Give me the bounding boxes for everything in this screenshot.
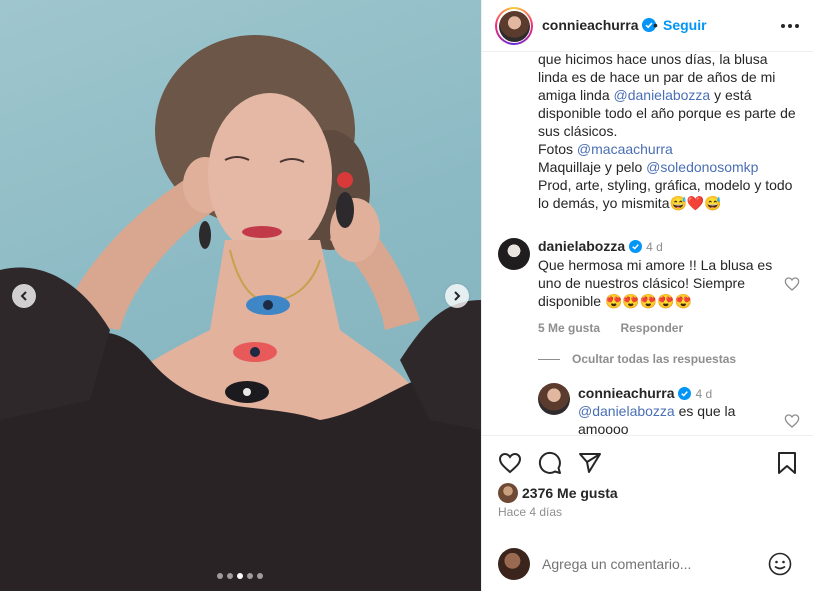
- caption-mention-soledonosomkp[interactable]: @soledonosomkp: [646, 159, 758, 175]
- reply-button[interactable]: Responder: [620, 321, 683, 335]
- caption-mention-danielabozza[interactable]: @danielabozza: [614, 87, 711, 103]
- likes-count[interactable]: 2376 Me gusta: [522, 485, 618, 501]
- comment-like-heart-icon[interactable]: [784, 276, 800, 292]
- reply-time: 4 d: [695, 387, 713, 401]
- next-slide-button[interactable]: [445, 284, 469, 308]
- carousel-dot: [217, 573, 223, 579]
- header-separator: •: [653, 17, 658, 33]
- commenter-avatar[interactable]: [498, 238, 530, 270]
- current-user-avatar: [498, 548, 530, 580]
- save-bookmark-icon[interactable]: [776, 451, 798, 475]
- comment-username[interactable]: danielabozza: [538, 238, 625, 254]
- toggle-replies[interactable]: Ocultar todas las respuestas: [538, 352, 736, 366]
- caption-fotos-label: Fotos: [538, 141, 577, 157]
- follow-button[interactable]: Seguir: [663, 17, 707, 33]
- comment-time: 4 d: [646, 240, 663, 254]
- caption-text: Prod, arte, styling, gráfica, modelo y t…: [538, 177, 793, 211]
- post-caption: que hicimos hace unos días, la blusa lin…: [538, 52, 800, 212]
- caption-mention-macaachurra[interactable]: @macaachurra: [577, 141, 673, 157]
- reply-like-heart-icon[interactable]: [784, 413, 800, 429]
- reply-username[interactable]: connieachurra: [578, 385, 674, 401]
- post-details-panel: connieachurra • Seguir que hicimos hace …: [481, 0, 813, 591]
- post-actions: 2376 Me gusta Hace 4 días: [482, 435, 813, 541]
- emoji-icon[interactable]: [768, 552, 792, 576]
- comments-section[interactable]: que hicimos hace unos días, la blusa lin…: [482, 52, 813, 435]
- comment-input[interactable]: [542, 553, 762, 575]
- comment-text: Que hermosa mi amore !! La blusa es uno …: [538, 257, 773, 309]
- comment-header: danielabozza 4 d: [538, 238, 663, 256]
- comment-likes-count[interactable]: 5 Me gusta: [538, 321, 600, 335]
- chevron-right-icon: [454, 291, 461, 301]
- like-heart-icon[interactable]: [498, 451, 522, 475]
- previous-slide-button[interactable]: [12, 284, 36, 308]
- carousel-indicator: [217, 573, 263, 579]
- comment-bubble-icon[interactable]: [538, 451, 562, 475]
- share-paper-plane-icon[interactable]: [578, 451, 602, 475]
- carousel-dot: [257, 573, 263, 579]
- verified-badge-icon: [678, 387, 692, 400]
- chevron-left-icon: [20, 291, 27, 301]
- post-timestamp[interactable]: Hace 4 días: [498, 505, 562, 519]
- verified-badge-icon: [629, 240, 643, 253]
- reply-mention[interactable]: @danielabozza: [578, 403, 675, 419]
- comment-meta: 5 Me gusta Responder: [538, 319, 683, 337]
- reply-header: connieachurra 4 d: [578, 385, 712, 403]
- hide-replies-button[interactable]: Ocultar todas las respuestas: [572, 352, 736, 366]
- carousel-dot-active: [237, 573, 243, 579]
- post-photo: [0, 0, 481, 591]
- replies-divider: [538, 358, 560, 360]
- author-avatar[interactable]: [495, 7, 533, 45]
- carousel-dot: [247, 573, 253, 579]
- likes-summary[interactable]: 2376 Me gusta: [498, 483, 618, 503]
- author-username[interactable]: connieachurra: [542, 17, 657, 33]
- more-options-icon[interactable]: [780, 16, 800, 36]
- post-header: connieachurra • Seguir: [482, 0, 813, 52]
- portrait-image: [0, 35, 481, 591]
- add-comment-bar: [482, 541, 813, 591]
- caption-maquillaje-label: Maquillaje y pelo: [538, 159, 647, 175]
- reply-text: @danielabozza es que la amoooo: [578, 403, 736, 435]
- liker-avatar: [498, 483, 518, 503]
- reply-avatar[interactable]: [538, 383, 570, 415]
- carousel-dot: [227, 573, 233, 579]
